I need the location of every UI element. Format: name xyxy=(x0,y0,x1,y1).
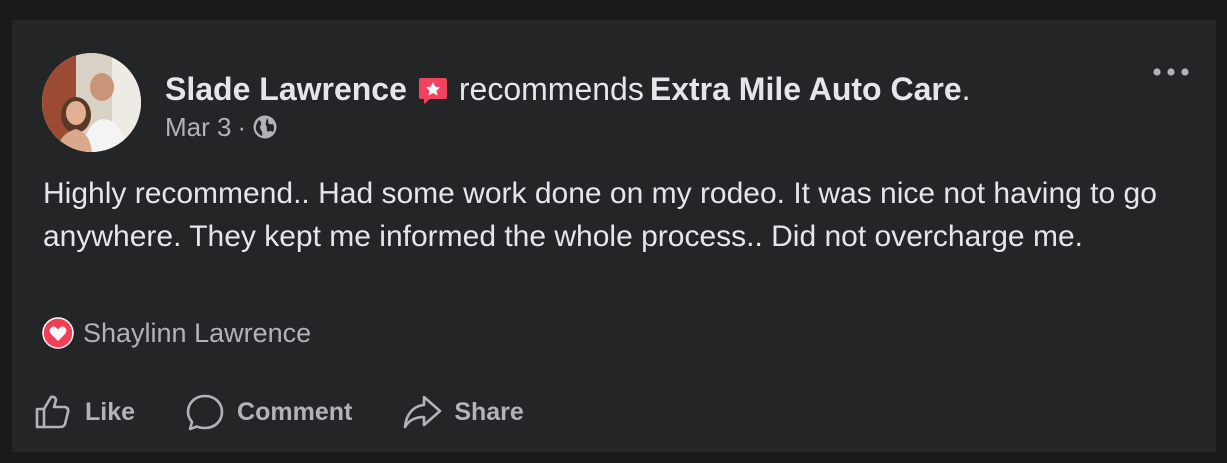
recommends-verb: recommends xyxy=(458,71,644,107)
love-reaction-icon xyxy=(42,317,74,349)
post-meta: Mar 3 · xyxy=(165,111,278,143)
comment-button[interactable]: Comment xyxy=(185,392,352,432)
page-name-suffix: . xyxy=(961,71,971,107)
like-label: Like xyxy=(85,397,136,426)
share-button[interactable]: Share xyxy=(402,392,524,432)
avatar[interactable] xyxy=(42,53,141,152)
like-icon xyxy=(35,395,70,429)
more-options-icon[interactable] xyxy=(1149,58,1193,86)
reactions-summary[interactable]: Shaylinn Lawrence xyxy=(42,316,311,350)
post-header: Slade Lawrence recommends Extra Mile Auto… xyxy=(165,70,971,108)
comment-icon xyxy=(186,394,224,431)
post-card: Slade Lawrence recommends Extra Mile Auto… xyxy=(12,20,1216,452)
meta-separator: · xyxy=(237,112,247,142)
like-button[interactable]: Like xyxy=(33,392,135,432)
reaction-names: Shaylinn Lawrence xyxy=(83,317,312,348)
page-name-link[interactable]: Extra Mile Auto Care xyxy=(650,71,962,107)
recommendation-badge-icon xyxy=(418,77,447,104)
comment-label: Comment xyxy=(237,397,353,426)
author-name[interactable]: Slade Lawrence xyxy=(165,71,407,107)
post-date[interactable]: Mar 3 xyxy=(165,112,231,142)
post-body: Highly recommend.. Had some work done on… xyxy=(43,177,1157,253)
share-icon xyxy=(404,395,442,429)
globe-icon[interactable] xyxy=(252,114,278,140)
action-bar: Like Comment Share xyxy=(33,392,524,432)
share-label: Share xyxy=(454,397,524,426)
avatar-photo xyxy=(42,53,141,152)
